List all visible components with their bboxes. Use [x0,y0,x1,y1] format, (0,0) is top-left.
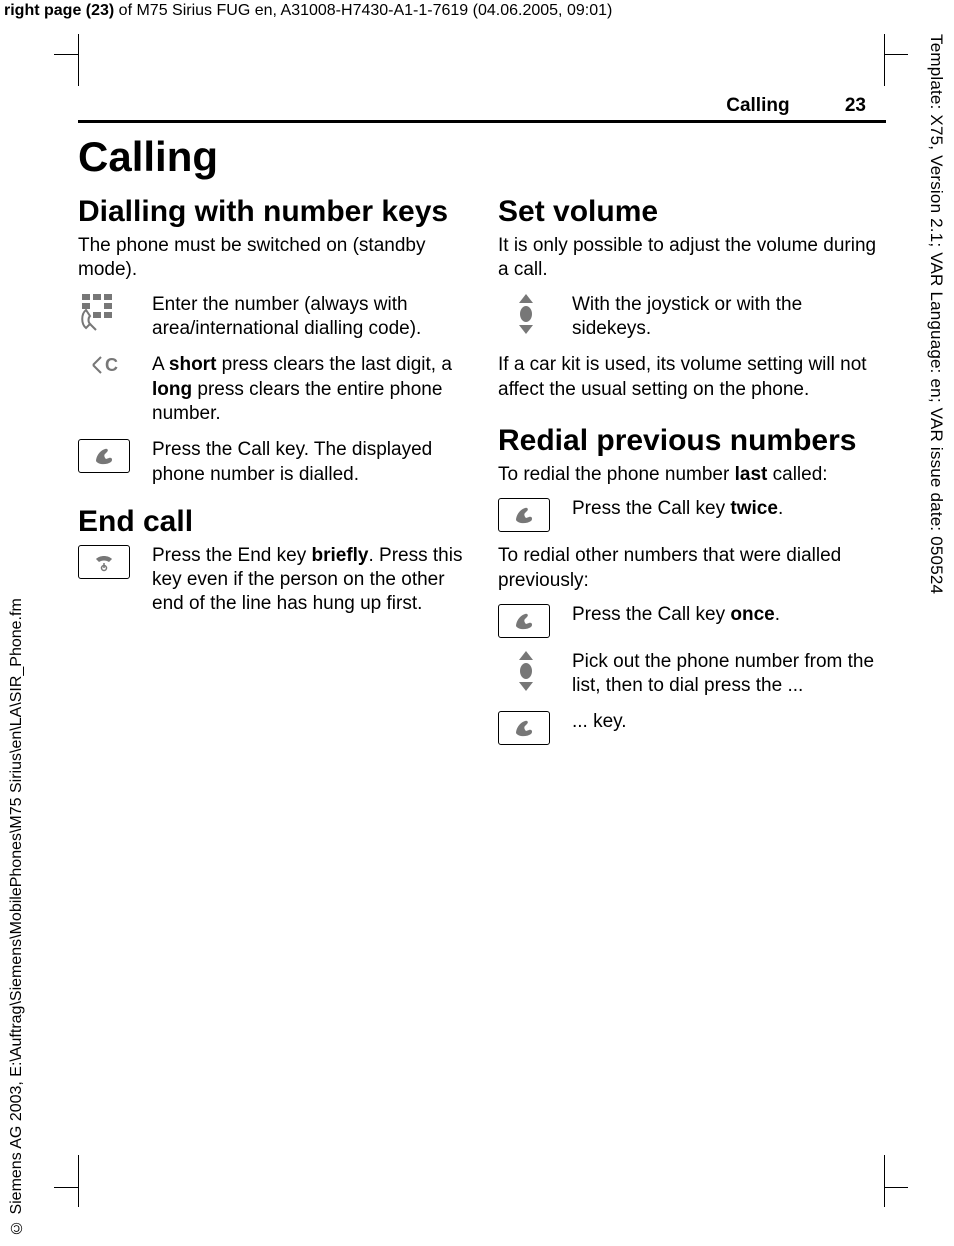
instruction-item: Press the Call key twice. [498,497,886,532]
call-key-icon [498,711,550,745]
section-dialling-intro: The phone must be switched on (standby m… [78,234,466,283]
call-key-icon [78,439,130,473]
instruction-text: Press the Call key once. [572,603,886,638]
instruction-text: Pick out the phone number from the list,… [572,650,886,699]
svg-text:C: C [105,355,118,375]
crop-mark [884,1155,885,1207]
section-volume-intro: It is only possible to adjust the volume… [498,234,886,283]
page-number: 23 [845,95,866,117]
running-head-section: Calling [726,95,789,116]
instruction-item: Pick out the phone number from the list,… [498,650,886,699]
instruction-text: A short press clears the last digit, a l… [152,353,466,426]
right-column: Set volume It is only possible to adjust… [498,195,886,757]
left-column: Dialling with number keys The phone must… [78,195,466,757]
crop-mark [78,1155,79,1207]
print-header: right page (23) of M75 Sirius FUG en, A3… [4,2,612,20]
instruction-text: ... key. [572,710,886,745]
running-head: Calling 23 [78,95,886,123]
section-redial-intro: To redial the phone number last called: [498,463,886,487]
crop-mark [884,1187,908,1188]
crop-mark [54,1187,78,1188]
crop-mark [884,34,885,86]
section-endcall-title: End call [78,505,466,538]
instruction-text: Enter the number (always with area/inter… [152,293,466,342]
call-key-icon [498,498,550,532]
crop-mark [884,54,908,55]
section-volume-note: If a car kit is used, its volume setting… [498,353,886,402]
instruction-text: Press the Call key twice. [572,497,886,532]
end-key-icon [78,545,130,579]
instruction-item: Press the Call key once. [498,603,886,638]
instruction-item: C A short press clears the last digit, a… [78,353,466,426]
call-key-icon [498,604,550,638]
section-dialling-title: Dialling with number keys [78,195,466,228]
instruction-item: With the joystick or with the sidekeys. [498,293,886,342]
clear-c-icon: C [91,354,121,426]
instruction-text: Press the End key briefly. Press this ke… [152,544,466,617]
instruction-item: Enter the number (always with area/inter… [78,293,466,342]
instruction-text: Press the Call key. The displayed phone … [152,438,466,487]
instruction-item: ... key. [498,710,886,745]
chapter-title: Calling [78,133,886,181]
page-content: Calling 23 Calling Dialling with number … [78,95,886,757]
instruction-item: Press the Call key. The displayed phone … [78,438,466,487]
section-volume-title: Set volume [498,195,886,228]
keypad-icon [78,294,116,342]
section-redial-mid: To redial other numbers that were dialle… [498,544,886,593]
joystick-updown-icon [515,294,537,342]
instruction-item: Press the End key briefly. Press this ke… [78,544,466,617]
crop-mark [54,54,78,55]
template-info-right: Template: X75, Version 2.1; VAR Language… [926,34,946,754]
print-header-bold: right page (23) [4,2,114,19]
copyright-path-left: © Siemens AG 2003, E:\Auftrag\Siemens\Mo… [8,466,26,1236]
crop-mark [78,34,79,86]
joystick-updown-icon [515,651,537,699]
section-redial-title: Redial previous numbers [498,424,886,457]
print-header-rest: of M75 Sirius FUG en, A31008-H7430-A1-1-… [114,2,612,19]
instruction-text: With the joystick or with the sidekeys. [572,293,886,342]
